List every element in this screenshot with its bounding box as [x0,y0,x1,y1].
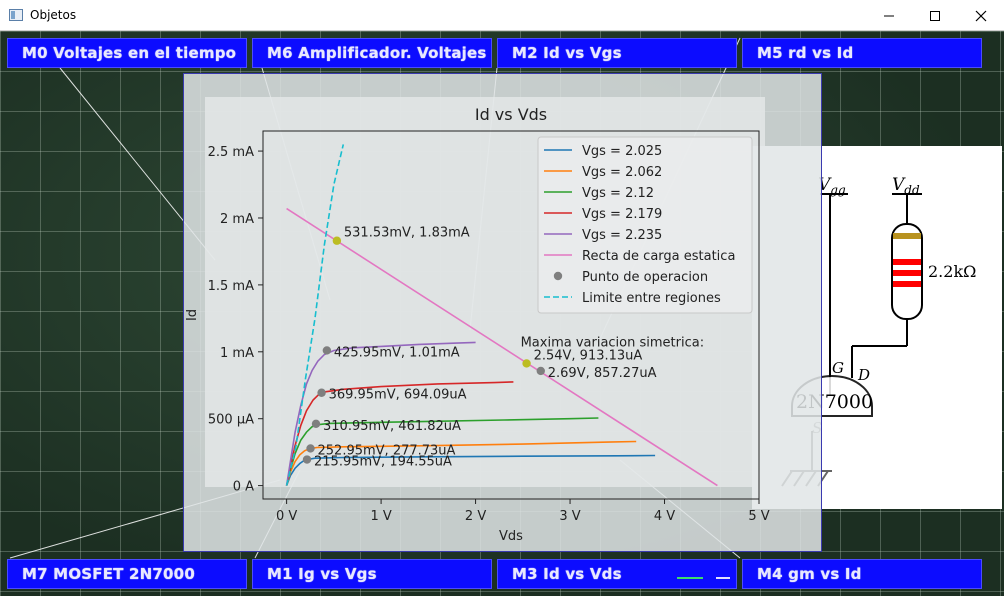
legend-label: Limite entre regiones [582,291,721,306]
vgg-label: Vgg [818,175,846,197]
operating-point-label: 369.95mV, 694.09uA [329,388,467,403]
x-tick-label: 5 V [748,509,769,524]
y-tick-label: 1 mA [220,346,254,361]
active-indicator [677,577,703,579]
operating-point [317,388,326,397]
vdd-label: Vdd [892,175,920,197]
legend-label: Vgs = 2.235 [582,228,662,243]
y-tick-label: 2.5 mA [208,145,254,160]
legend-label: Vgs = 2.062 [582,165,662,180]
legend-label: Recta de carga estatica [582,249,735,264]
plot-window[interactable]: Id vs Vds Vds Id 0 V 1 V 2 V 3 V 4 V 5 V 0 A 500 µ… [183,73,822,552]
legend-label: Vgs = 2.179 [582,207,662,222]
tab-m4[interactable]: M4 gm vs Id [742,559,982,589]
operating-point [306,444,315,453]
operating-point [536,366,545,376]
y-tick-label: 2 mA [220,212,254,227]
operating-point [311,419,321,428]
x-tick-label: 4 V [654,509,675,524]
highlight-point [522,359,531,368]
x-tick-label: 2 V [465,509,486,524]
annotation-text: Maxima variacion simetrica: [521,335,705,350]
y-tick-label: 1.5 mA [208,279,254,294]
active-indicator-2 [716,577,730,579]
tab-m7[interactable]: M7 MOSFET 2N7000 [7,559,247,589]
y-axis-label: Id [185,309,200,321]
id-vs-vds-chart: Id vs Vds Vds Id 0 V 1 V 2 V 3 V 4 V 5 V 0 A 500 µ… [185,105,770,544]
operating-point-label: 252.95mV, 277.73uA [318,443,456,458]
tab-m0[interactable]: M0 Voltajes en el tiempo [7,38,247,68]
highlight-point-label: 2.54V, 913.13uA [534,348,643,363]
tab-m2[interactable]: M2 Id vs Vgs [497,38,737,68]
highlight-point-label: 531.53mV, 1.83mA [344,226,470,241]
legend-marker [553,271,563,281]
tab-m5[interactable]: M5 rd vs Id [742,38,982,68]
tab-m6[interactable]: M6 Amplificador. Voltajes [252,38,492,68]
drain-label: D [857,366,870,384]
gate-label: G [832,359,844,377]
operating-point-label: 2.69V, 857.27uA [548,366,657,381]
resistor-value: 2.2kΩ [928,262,976,281]
highlight-point [332,236,342,245]
legend-label: Vgs = 2.025 [582,144,662,159]
legend-box [537,136,753,314]
legend-label: Punto de operacion [582,270,708,285]
x-tick-label: 3 V [559,509,580,524]
operating-point-label: 425.95mV, 1.01mA [334,345,460,360]
operating-point [302,455,312,464]
x-tick-label: 0 V [276,509,297,524]
x-tick-label: 1 V [370,509,391,524]
y-tick-label: 500 µA [208,413,254,428]
legend-label: Vgs = 2.12 [582,186,654,201]
y-tick-label: 0 A [233,480,254,495]
tab-m3[interactable]: M3 Id vs Vds [497,559,737,589]
operating-point-label: 310.95mV, 461.82uA [323,419,461,434]
tab-m1[interactable]: M1 Ig vs Vgs [252,559,492,589]
resistor [891,223,923,320]
x-axis-label: Vds [499,529,523,544]
chart-title: Id vs Vds [475,105,547,124]
operating-point [322,346,332,355]
